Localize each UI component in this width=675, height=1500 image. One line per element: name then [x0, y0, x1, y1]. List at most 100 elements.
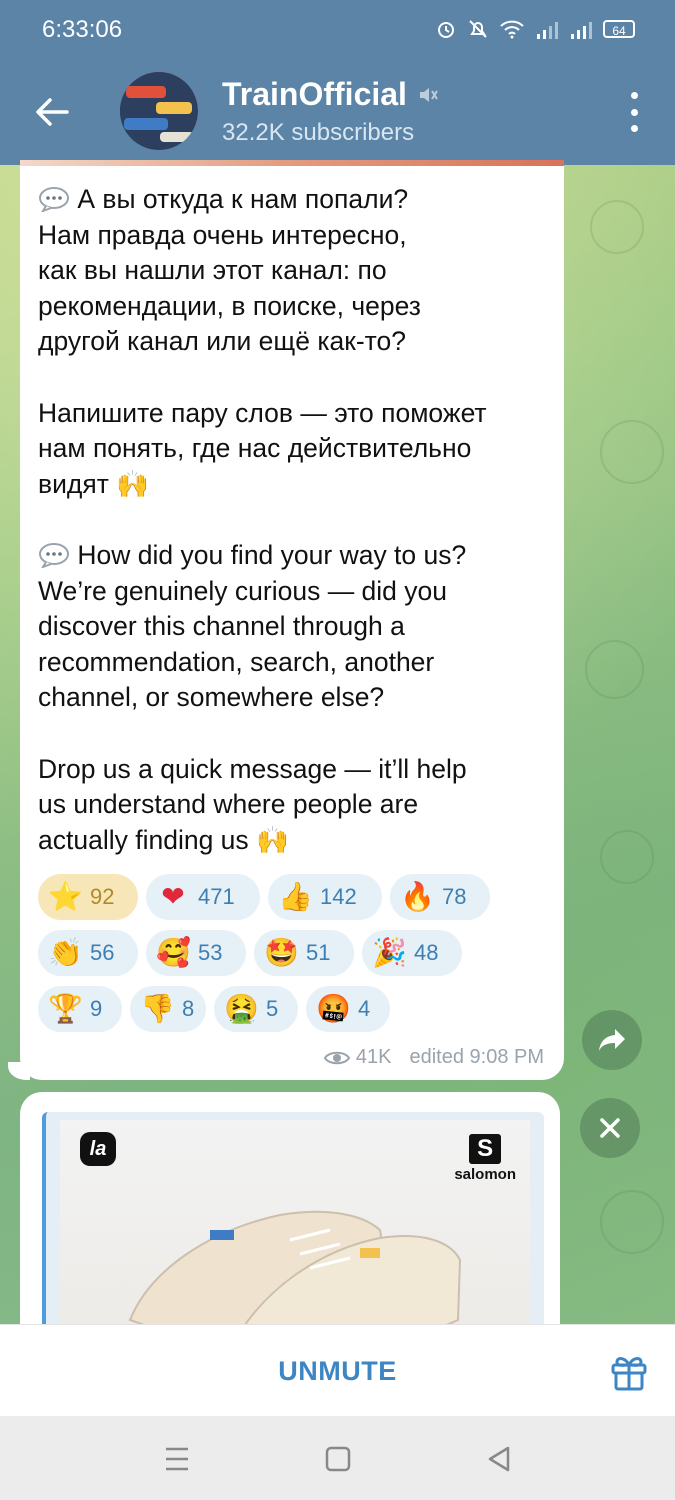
reaction-trophy[interactable]: 🏆 9: [38, 986, 122, 1032]
status-bar: 6:33:06 64: [0, 0, 675, 60]
subscriber-count: 32.2K subscribers: [222, 119, 415, 146]
muted-speaker-icon: [419, 87, 438, 102]
reactions: ⭐ 92 ❤ 471 👍 142 🔥 78 👏 56 🥰 53 🤩 51 🎉 4…: [38, 874, 558, 1042]
reaction-thumbs-down[interactable]: 👎 8: [130, 986, 206, 1032]
channel-title[interactable]: TrainOfficial: [222, 76, 439, 113]
reactions-row: 🏆 9 👎 8 🤮 5 🤬 4: [38, 986, 558, 1032]
message-line: Нам правда очень интересно,: [38, 219, 407, 250]
image-bottom-edge: [20, 160, 564, 166]
message-bubble-2[interactable]: la S salomon: [20, 1092, 560, 1352]
reaction-star[interactable]: ⭐ 92: [38, 874, 138, 920]
background-doodle: [600, 830, 654, 884]
link-preview[interactable]: la S salomon: [42, 1112, 544, 1352]
reaction-thumbs-up[interactable]: 👍 142: [268, 874, 382, 920]
message-line: как вы нашли этот канал: по: [38, 255, 387, 286]
reaction-vomiting[interactable]: 🤮 5: [214, 986, 298, 1032]
reaction-count: 78: [442, 884, 467, 909]
reaction-star-struck[interactable]: 🤩 51: [254, 930, 354, 976]
message-line-text: actually finding us: [38, 824, 249, 855]
wifi-icon: [500, 20, 524, 39]
reactions-row: ⭐ 92 ❤ 471 👍 142 🔥 78: [38, 874, 558, 920]
reaction-heart[interactable]: ❤ 471: [146, 874, 260, 920]
back-button[interactable]: [28, 88, 76, 136]
background-doodle: [585, 640, 644, 699]
battery-indicator: 64: [603, 20, 635, 38]
message-line-text: видят: [38, 468, 109, 499]
channel-avatar[interactable]: [120, 72, 198, 150]
vomiting-face-icon: 🤮: [224, 992, 259, 1025]
background-doodle: [600, 1190, 664, 1254]
gift-button[interactable]: [607, 1349, 651, 1393]
share-button[interactable]: [582, 1010, 642, 1070]
avatar-image: [120, 72, 198, 150]
message-line-text: How did you find your way to us?: [77, 539, 467, 570]
thumbs-down-icon: 👎: [140, 992, 175, 1025]
trophy-icon: 🏆: [48, 992, 83, 1025]
reaction-count: 8: [182, 996, 195, 1021]
message-line: recommendation, search, another: [38, 646, 435, 677]
back-nav-button[interactable]: [484, 1444, 514, 1474]
speech-bubble-icon: [39, 187, 69, 212]
reactions-row: 👏 56 🥰 53 🤩 51 🎉 48: [38, 930, 558, 976]
message-meta: 41K edited 9:08 PM: [323, 1046, 544, 1069]
reaction-count: 4: [358, 996, 371, 1021]
smiling-face-hearts-icon: 🥰: [156, 936, 191, 969]
eye-icon: [323, 1051, 350, 1064]
alarm-icon: [438, 22, 454, 38]
reaction-count: 142: [320, 884, 357, 909]
message-line: видят 🙌: [38, 467, 554, 503]
party-popper-icon: 🎉: [372, 936, 407, 969]
message-line: We’re genuinely curious — did you: [38, 575, 448, 606]
arrow-left-icon: [36, 98, 69, 126]
close-button[interactable]: [580, 1098, 640, 1158]
unmute-button[interactable]: UNMUTE: [0, 1325, 675, 1417]
message-bubble[interactable]: А вы откуда к нам попали? Нам правда оче…: [20, 160, 564, 1080]
raising-hands-emoji: 🙌: [116, 468, 150, 500]
share-arrow-icon: [599, 1029, 625, 1051]
message-line: нам понять, где нас действительно: [38, 433, 472, 464]
reaction-count: 9: [90, 996, 103, 1021]
reaction-smiling-hearts[interactable]: 🥰 53: [146, 930, 246, 976]
message-line: actually finding us 🙌: [38, 823, 554, 859]
message-paragraph-en-1: How did you find your way to us? We’re g…: [38, 538, 554, 716]
heart-icon: ❤: [161, 880, 185, 913]
star-icon: ⭐: [48, 880, 83, 913]
reaction-party[interactable]: 🎉 48: [362, 930, 462, 976]
menu-lines-icon: [166, 1447, 188, 1471]
message-line: рекомендации, в поиске, через: [38, 290, 421, 321]
message-line: Drop us a quick message — it’ll help: [38, 753, 467, 784]
message-line: How did you find your way to us?: [38, 538, 554, 574]
raising-hands-emoji: 🙌: [256, 824, 290, 856]
message-line: Напишите пару слов — это поможет: [38, 397, 487, 428]
recent-apps-button[interactable]: [162, 1444, 192, 1474]
reaction-count: 53: [198, 940, 223, 965]
message-paragraph-en-2: Drop us a quick message — it’ll help us …: [38, 752, 554, 859]
more-menu-button[interactable]: [619, 92, 649, 132]
preview-image: la S salomon: [60, 1120, 530, 1352]
chat-header: 6:33:06 64 TrainOfficial 32.2K subscribe…: [0, 0, 675, 165]
background-doodle: [590, 200, 644, 254]
signal-icon: [571, 22, 592, 39]
message-line-text: А вы откуда к нам попали?: [77, 184, 409, 214]
view-count: 41K: [355, 1046, 392, 1068]
background-doodle: [600, 420, 664, 484]
mute-bell-icon: [469, 20, 487, 38]
status-icons: 64: [435, 18, 635, 40]
reaction-clap[interactable]: 👏 56: [38, 930, 138, 976]
back-triangle-icon: [488, 1446, 510, 1472]
speech-bubble-icon: [39, 542, 69, 568]
reaction-fire[interactable]: 🔥 78: [390, 874, 490, 920]
reaction-count: 51: [306, 940, 331, 965]
bottom-bar: UNMUTE: [0, 1324, 675, 1417]
message-text: А вы откуда к нам попали? Нам правда оче…: [38, 182, 554, 858]
edited-time: edited 9:08 PM: [409, 1046, 544, 1068]
clapping-hands-icon: 👏: [48, 936, 83, 969]
signal-icon: [537, 22, 558, 39]
home-square-icon: [325, 1446, 351, 1472]
reaction-cursing[interactable]: 🤬 4: [306, 986, 390, 1032]
message-line: us understand where people are: [38, 789, 419, 820]
more-vertical-icon: [630, 125, 638, 132]
message-paragraph-ru-1: А вы откуда к нам попали? Нам правда оче…: [38, 182, 554, 360]
message-line: другой канал или ещё как-то?: [38, 326, 406, 357]
home-button[interactable]: [323, 1444, 353, 1474]
